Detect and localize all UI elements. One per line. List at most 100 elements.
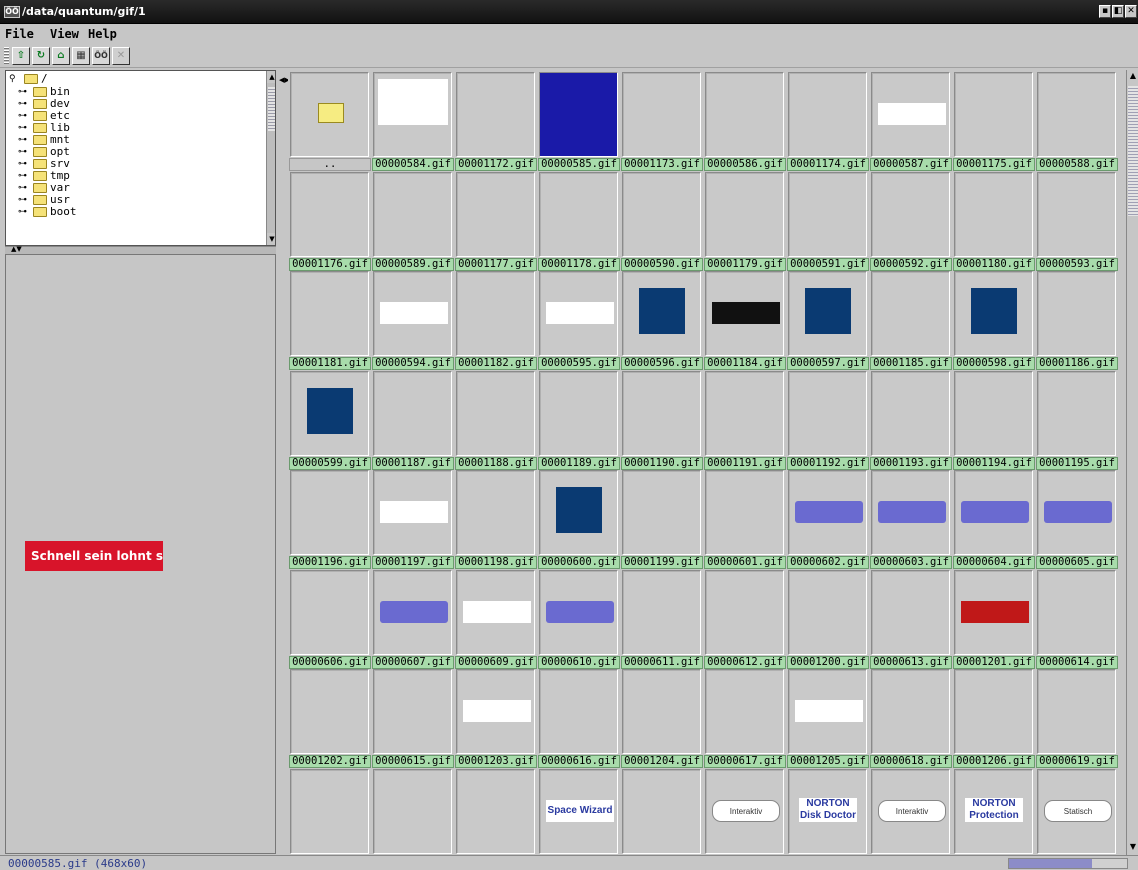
thumbnail-image[interactable]: [373, 72, 452, 157]
thumbnail-cell[interactable]: 00001178.gif: [537, 172, 620, 271]
tree-scroll-thumb[interactable]: [268, 87, 275, 131]
thumbnail-image[interactable]: [622, 371, 701, 456]
thumbnail-image[interactable]: [1037, 72, 1116, 157]
thumbnail-image[interactable]: [622, 271, 701, 356]
stop-button[interactable]: ✕: [112, 47, 130, 65]
thumbnail-cell[interactable]: 00000589.gif: [371, 172, 454, 271]
grid-scrollbar[interactable]: ▲ ▼: [1126, 70, 1138, 855]
thumbnail-cell[interactable]: 00000602.gif: [786, 470, 869, 569]
menu-help[interactable]: Help: [88, 27, 117, 41]
grid-scroll-thumb[interactable]: [1128, 86, 1138, 216]
directory-tree[interactable]: ⚲ / ⊶ bin ⊶ dev ⊶ etc ⊶ lib ⊶ mnt ⊶ opt ⊶ srv ⊶ tmp ⊶ var ⊶ u…: [5, 70, 276, 246]
thumbnail-image[interactable]: [954, 669, 1033, 754]
expand-icon[interactable]: ⊶: [18, 110, 32, 122]
thumbnail-cell[interactable]: 00001191.gif: [703, 371, 786, 470]
thumbnail-cell[interactable]: [620, 769, 701, 854]
thumbnail-cell[interactable]: 00000603.gif: [869, 470, 952, 569]
grid-view-button[interactable]: ▦: [72, 47, 90, 65]
thumbnail-image[interactable]: [622, 769, 701, 854]
up-folder-button[interactable]: ⇧: [12, 47, 30, 65]
thumbnail-cell[interactable]: 00001204.gif: [620, 669, 703, 768]
thumbnail-cell[interactable]: 00001182.gif: [454, 271, 537, 370]
scroll-down-arrow-icon[interactable]: ▼: [1127, 841, 1138, 853]
thumbnail-cell[interactable]: 00000617.gif: [703, 669, 786, 768]
thumbnail-cell[interactable]: 00000593.gif: [1035, 172, 1118, 271]
thumbnail-image[interactable]: [788, 72, 867, 157]
thumbnail-image[interactable]: [290, 172, 369, 257]
thumbnail-image[interactable]: [871, 271, 950, 356]
expand-icon[interactable]: ⊶: [18, 206, 32, 218]
thumbnail-image[interactable]: [954, 72, 1033, 157]
expand-icon[interactable]: ⊶: [18, 194, 32, 206]
close-window-button[interactable]: ✕: [1125, 5, 1137, 18]
thumbnail-cell[interactable]: Interaktiv: [703, 769, 784, 854]
expand-icon[interactable]: ⊶: [18, 122, 32, 134]
thumbnail-cell[interactable]: 00001172.gif: [454, 72, 537, 171]
thumbnail-image[interactable]: [788, 669, 867, 754]
thumbnail-cell[interactable]: 00000588.gif: [1035, 72, 1118, 171]
thumbnail-image[interactable]: Interaktiv: [871, 769, 950, 854]
home-button[interactable]: ⌂: [52, 47, 70, 65]
collapse-icon[interactable]: ⚲: [9, 73, 23, 85]
thumbnail-image[interactable]: [456, 570, 535, 655]
thumbnail-image[interactable]: [871, 570, 950, 655]
thumbnail-image[interactable]: [705, 570, 784, 655]
menu-file[interactable]: File: [5, 27, 34, 41]
thumbnail-image[interactable]: [539, 271, 618, 356]
parent-directory-cell[interactable]: ..: [288, 72, 371, 171]
thumbnail-image[interactable]: [373, 570, 452, 655]
thumbnail-image[interactable]: [871, 669, 950, 754]
thumbnail-image[interactable]: [705, 271, 784, 356]
thumbnail-image[interactable]: [705, 470, 784, 555]
thumbnail-cell[interactable]: 00000584.gif: [371, 72, 454, 171]
thumbnail-image[interactable]: [622, 470, 701, 555]
thumbnail-image[interactable]: [1037, 371, 1116, 456]
thumbnail-cell[interactable]: [288, 769, 369, 854]
thumbnail-image[interactable]: Statisch: [1037, 769, 1116, 854]
thumbnail-cell[interactable]: NORTON Disk Doctor: [786, 769, 867, 854]
thumbnail-image[interactable]: [539, 570, 618, 655]
thumbnail-image[interactable]: [456, 271, 535, 356]
expand-icon[interactable]: ⊶: [18, 134, 32, 146]
thumbnail-image[interactable]: [539, 172, 618, 257]
expand-icon[interactable]: ⊶: [18, 170, 32, 182]
thumbnail-cell[interactable]: Statisch: [1035, 769, 1116, 854]
thumbnail-cell[interactable]: 00001188.gif: [454, 371, 537, 470]
thumbnail-cell[interactable]: 00001206.gif: [952, 669, 1035, 768]
thumbnail-image[interactable]: Space Wizard: [539, 769, 618, 854]
thumbnail-cell[interactable]: 00000598.gif: [952, 271, 1035, 370]
thumbnail-image[interactable]: [373, 271, 452, 356]
thumbnail-cell[interactable]: 00001181.gif: [288, 271, 371, 370]
thumbnail-image[interactable]: [705, 172, 784, 257]
thumbnail-cell[interactable]: 00000610.gif: [537, 570, 620, 669]
thumbnail-image[interactable]: [871, 72, 950, 157]
vertical-splitter[interactable]: ◀▶: [278, 70, 290, 855]
thumbnail-cell[interactable]: 00001176.gif: [288, 172, 371, 271]
refresh-button[interactable]: ↻: [32, 47, 50, 65]
thumbnail-cell[interactable]: 00000596.gif: [620, 271, 703, 370]
thumbnail-image[interactable]: [373, 769, 452, 854]
thumbnail-cell[interactable]: 00000618.gif: [869, 669, 952, 768]
thumbnail-image[interactable]: [871, 470, 950, 555]
title-bar[interactable]: ÕÕ /data/quantum/gif/1 ▪ ◧ ✕: [0, 0, 1138, 24]
thumbnail-image[interactable]: [373, 371, 452, 456]
thumbnail-image[interactable]: [456, 371, 535, 456]
thumbnail-cell[interactable]: 00000615.gif: [371, 669, 454, 768]
thumbnail-cell[interactable]: 00000599.gif: [288, 371, 371, 470]
thumbnail-cell[interactable]: [371, 769, 452, 854]
thumbnail-cell[interactable]: 00000605.gif: [1035, 470, 1118, 569]
thumbnail-cell[interactable]: 00000600.gif: [537, 470, 620, 569]
thumbnail-image[interactable]: [290, 72, 369, 157]
scroll-up-arrow-icon[interactable]: ▲: [267, 71, 275, 83]
thumbnail-image[interactable]: NORTON Disk Doctor: [788, 769, 867, 854]
thumbnail-image[interactable]: [1037, 570, 1116, 655]
thumbnail-image[interactable]: [456, 172, 535, 257]
thumbnail-cell[interactable]: 00000590.gif: [620, 172, 703, 271]
thumbnail-cell[interactable]: 00000595.gif: [537, 271, 620, 370]
maximize-button[interactable]: ◧: [1112, 5, 1124, 18]
thumbnail-cell[interactable]: 00000592.gif: [869, 172, 952, 271]
thumbnail-image[interactable]: [788, 470, 867, 555]
thumbnail-cell[interactable]: 00000585.gif: [537, 72, 620, 171]
thumbnail-image[interactable]: [954, 470, 1033, 555]
thumbnail-image[interactable]: [622, 570, 701, 655]
